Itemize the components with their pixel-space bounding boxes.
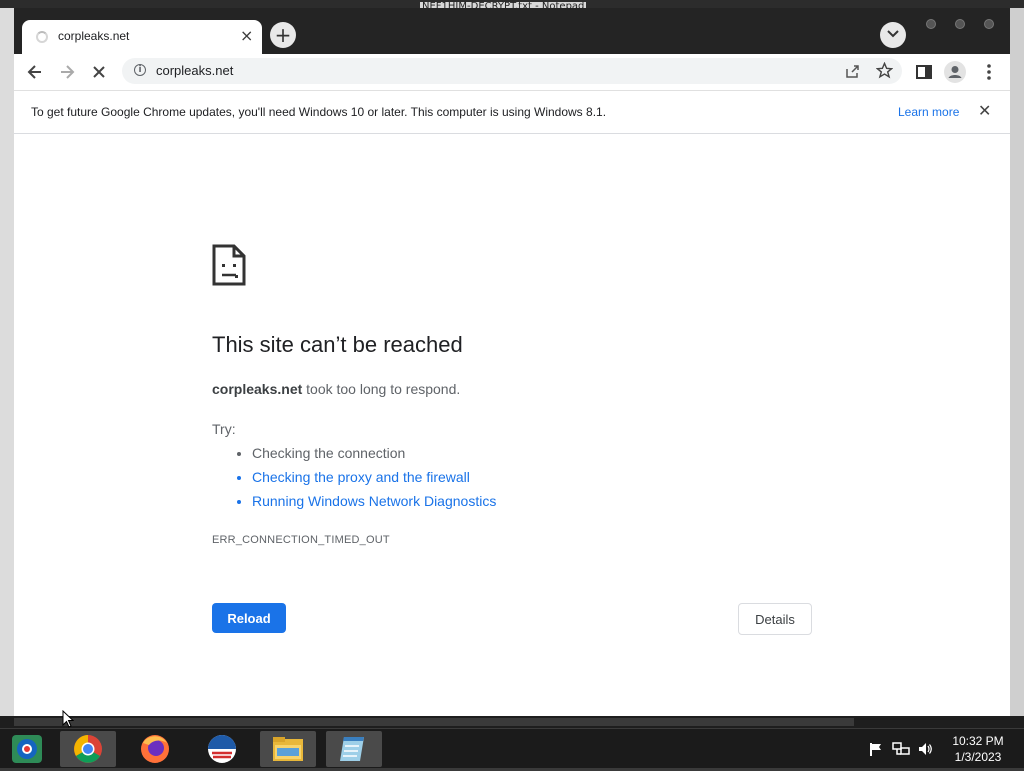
suggestion-network-diagnostics-link[interactable]: Running Windows Network Diagnostics (252, 489, 496, 513)
reload-button[interactable]: Reload (212, 603, 286, 633)
firefox-icon (141, 735, 169, 763)
start-icon (12, 735, 42, 763)
new-tab-button[interactable]: + (270, 22, 296, 48)
browser-window: corpleaks.net × + i corpleaks.net To get… (14, 8, 1010, 716)
error-title: This site can’t be reached (212, 332, 463, 357)
tab-title: corpleaks.net (58, 29, 130, 43)
browser-toolbar: i corpleaks.net (14, 54, 1010, 90)
url-text[interactable]: corpleaks.net (156, 63, 233, 78)
background-window-edge-right (1010, 8, 1024, 716)
window-minimize-button[interactable] (926, 19, 936, 29)
person-icon (948, 66, 962, 78)
details-button[interactable]: Details (738, 603, 812, 635)
background-window-edge (0, 8, 14, 716)
file-explorer-icon (273, 737, 303, 761)
address-bar[interactable]: i corpleaks.net (122, 58, 902, 84)
infobar-close-icon[interactable]: ✕ (978, 101, 991, 120)
horizontal-scrollbar[interactable] (0, 716, 1024, 728)
site-info-icon[interactable]: i (134, 64, 146, 76)
clock-date: 1/3/2023 (954, 750, 1002, 764)
update-infobar: To get future Google Chrome updates, you… (14, 90, 1010, 134)
volume-icon[interactable] (917, 741, 933, 757)
window-maximize-button[interactable] (955, 19, 965, 29)
action-center-flag-icon[interactable] (868, 741, 884, 757)
suggestion-check-connection: Checking the connection (252, 441, 496, 465)
clock-time: 10:32 PM (952, 734, 1004, 748)
suggestion-check-proxy-link[interactable]: Checking the proxy and the firewall (252, 465, 496, 489)
chrome-icon (74, 735, 102, 763)
system-clock[interactable]: 10:32 PM 1/3/2023 (938, 733, 1018, 765)
tab-corpleaks[interactable]: corpleaks.net × (22, 20, 262, 54)
sad-document-icon (212, 244, 246, 286)
error-description: corpleaks.net took too long to respond. (212, 381, 460, 397)
kebab-menu-icon[interactable] (979, 62, 999, 82)
error-description-text: took too long to respond. (302, 381, 461, 397)
learn-more-link[interactable]: Learn more (898, 105, 959, 119)
tab-search-button[interactable] (880, 22, 906, 48)
side-panel-icon[interactable] (914, 62, 934, 82)
error-host: corpleaks.net (212, 381, 303, 397)
mouse-cursor-icon (62, 710, 74, 728)
taskbar-file-explorer[interactable] (260, 731, 316, 767)
taskbar-firefox[interactable] (127, 731, 183, 767)
try-label: Try: (212, 421, 236, 437)
tab-close-icon[interactable]: × (240, 27, 253, 45)
share-icon[interactable] (844, 63, 860, 79)
suggestions-list: Checking the connection Checking the pro… (236, 441, 496, 513)
infobar-message: To get future Google Chrome updates, you… (31, 105, 607, 119)
scrollbar-thumb[interactable] (14, 718, 854, 726)
start-button[interactable] (0, 731, 56, 767)
forward-arrow-icon[interactable] (57, 62, 77, 82)
obama-logo-icon (208, 735, 236, 763)
notepad-icon (340, 737, 364, 761)
window-close-button[interactable] (984, 19, 994, 29)
loading-spinner-icon (36, 31, 48, 43)
error-page: This site can’t be reached corpleaks.net… (14, 134, 1010, 716)
profile-avatar[interactable] (944, 61, 966, 83)
chevron-down-icon (887, 30, 899, 38)
taskbar: 10:32 PM 1/3/2023 (0, 728, 1024, 768)
network-icon[interactable] (892, 741, 910, 757)
taskbar-notepad[interactable] (326, 731, 382, 767)
tab-strip: corpleaks.net × + (14, 8, 1010, 54)
stop-loading-icon[interactable] (89, 62, 109, 82)
taskbar-app[interactable] (194, 731, 250, 767)
taskbar-chrome[interactable] (60, 731, 116, 767)
bookmark-star-icon[interactable] (876, 62, 893, 79)
back-arrow-icon[interactable] (25, 62, 45, 82)
error-code: ERR_CONNECTION_TIMED_OUT (212, 534, 390, 546)
